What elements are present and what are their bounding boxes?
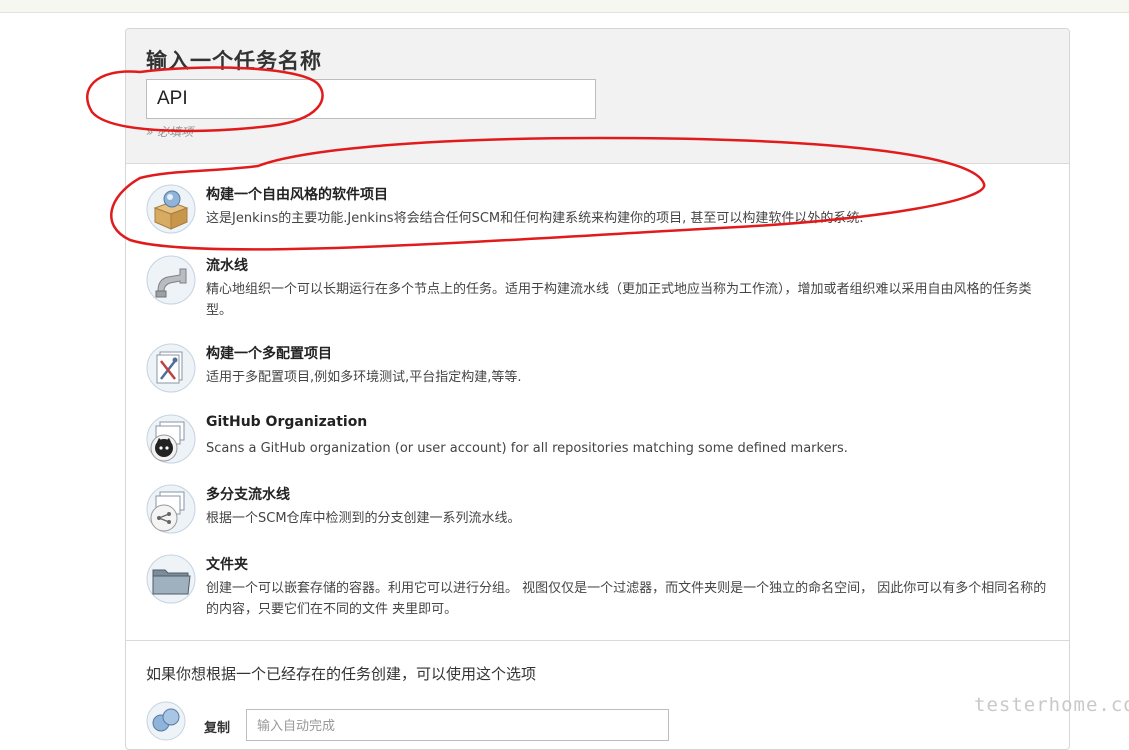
item-description: 根据一个SCM仓库中检测到的分支创建一系列流水线。: [206, 511, 521, 526]
new-item-panel: 输入一个任务名称 » 必填项 构建一个自由风格的软件项目 这是Jenkins的主…: [125, 28, 1070, 750]
freestyle-project-icon: [146, 184, 196, 234]
item-type-pipeline[interactable]: 流水线 精心地组织一个可以长期运行在多个节点上的任务。适用于构建流水线（更加正式…: [146, 255, 1046, 325]
item-description: 这是Jenkins的主要功能.Jenkins将会结合任何SCM和任何构建系统来构…: [206, 211, 864, 226]
watermark: testerhome.com: [974, 694, 1129, 716]
page-title: 输入一个任务名称: [146, 49, 322, 73]
copy-icon: [146, 701, 186, 741]
item-type-multibranch-pipeline[interactable]: 多分支流水线 根据一个SCM仓库中检测到的分支创建一系列流水线。: [146, 484, 1046, 534]
item-name-section: 输入一个任务名称 » 必填项: [126, 29, 1069, 164]
item-type-github-organization[interactable]: GitHub Organization Scans a GitHub organ…: [146, 414, 1046, 464]
item-title: 流水线: [206, 258, 248, 274]
item-title: 多分支流水线: [206, 487, 290, 503]
item-title: GitHub Organization: [206, 414, 368, 430]
item-type-multi-config[interactable]: 构建一个多配置项目 适用于多配置项目,例如多环境测试,平台指定构建,等等.: [146, 343, 1046, 393]
item-type-freestyle[interactable]: 构建一个自由风格的软件项目 这是Jenkins的主要功能.Jenkins将会结合…: [146, 184, 1046, 234]
github-icon: [146, 414, 196, 464]
required-hint: » 必填项: [146, 125, 194, 139]
pipeline-icon: [146, 255, 196, 305]
item-type-folder[interactable]: 文件夹 创建一个可以嵌套存储的容器。利用它可以进行分组。 视图仅仅是一个过滤器，…: [146, 554, 1046, 624]
multibranch-icon: [146, 484, 196, 534]
folder-icon: [146, 554, 196, 604]
browser-top-strip: [0, 0, 1129, 13]
multi-config-icon: [146, 343, 196, 393]
item-description: 适用于多配置项目,例如多环境测试,平台指定构建,等等.: [206, 370, 522, 385]
item-title: 构建一个多配置项目: [206, 346, 332, 362]
item-description: Scans a GitHub organization (or user acc…: [206, 441, 848, 456]
copy-label: 复制: [204, 721, 231, 736]
copy-existing-section: 如果你想根据一个已经存在的任务创建，可以使用这个选项 复制: [126, 640, 1069, 749]
item-description: 精心地组织一个可以长期运行在多个节点上的任务。适用于构建流水线（更加正式地应当称…: [206, 282, 1032, 318]
item-title: 文件夹: [206, 557, 248, 573]
copy-from-input[interactable]: [246, 709, 669, 741]
item-name-input[interactable]: [146, 79, 596, 119]
item-title: 构建一个自由风格的软件项目: [206, 187, 388, 203]
item-description: 创建一个可以嵌套存储的容器。利用它可以进行分组。 视图仅仅是一个过滤器，而文件夹…: [206, 581, 1047, 617]
copy-section-title: 如果你想根据一个已经存在的任务创建，可以使用这个选项: [146, 665, 537, 683]
